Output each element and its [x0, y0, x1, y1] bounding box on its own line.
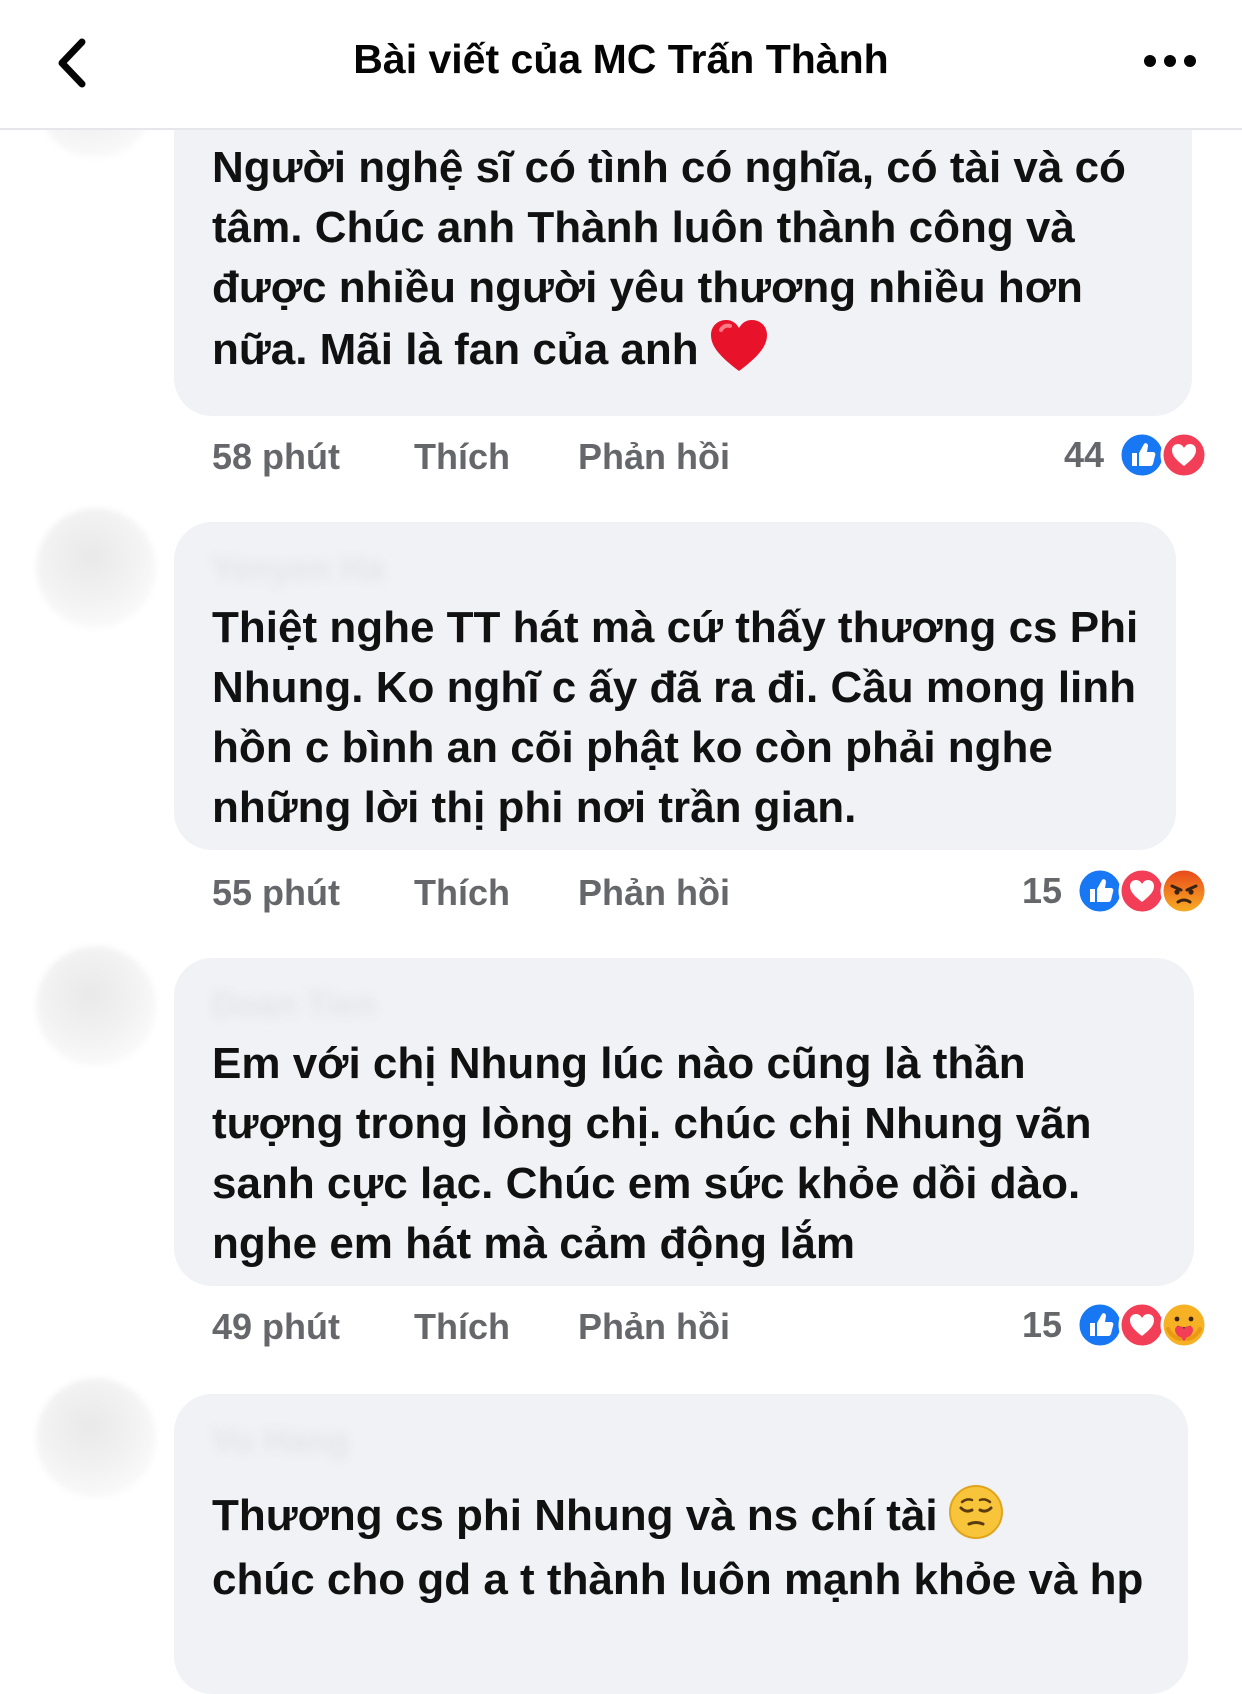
comment-meta: 55 phút Thích Phản hồi 15	[212, 866, 1242, 916]
reply-comment-button[interactable]: Phản hồi	[578, 872, 730, 914]
commenter-avatar[interactable]	[36, 946, 156, 1066]
commenter-avatar[interactable]	[36, 1378, 156, 1498]
commenter-avatar[interactable]	[36, 508, 156, 628]
like-comment-button[interactable]: Thích	[414, 1306, 510, 1348]
love-reaction-icon	[1160, 431, 1208, 479]
comment-bubble: Người nghệ sĩ có tình có nghĩa, có tài v…	[174, 90, 1192, 416]
more-options-button[interactable]	[1142, 48, 1198, 74]
commenter-name[interactable]: Vu Hang	[212, 1422, 349, 1461]
comment-text: Em với chị Nhung lúc nào cũng là thần tư…	[212, 1039, 1092, 1268]
red-heart-emoji	[710, 320, 767, 371]
like-comment-button[interactable]: Thích	[414, 436, 510, 478]
pensive-face-emoji	[948, 1485, 1003, 1539]
comment-text: Người nghệ sĩ có tình có nghĩa, có tài v…	[212, 143, 1126, 374]
love-reaction-icon	[1118, 1301, 1166, 1349]
like-reaction-icon	[1076, 867, 1124, 915]
reaction-summary[interactable]: 15	[1022, 1300, 1208, 1350]
comment-text: Thiệt nghe TT hát mà cứ thấy thương cs P…	[212, 603, 1139, 832]
more-horizontal-icon	[1144, 55, 1196, 67]
top-bar: Bài viết của MC Trấn Thành	[0, 0, 1242, 130]
reply-comment-button[interactable]: Phản hồi	[578, 1306, 730, 1348]
commenter-name[interactable]: Yenyen Ha	[212, 550, 384, 589]
comment-meta: 58 phút Thích Phản hồi 44	[212, 430, 1242, 480]
page-title: Bài viết của MC Trấn Thành	[353, 36, 889, 82]
like-reaction-icon	[1118, 431, 1166, 479]
angry-reaction-icon	[1160, 867, 1208, 915]
comment-bubble: Vu Hang Thương cs phi Nhung và ns chí tà…	[174, 1394, 1188, 1694]
comment-meta: 49 phút Thích Phản hồi 15	[212, 1300, 1242, 1350]
comment-time: 58 phút	[212, 436, 341, 477]
reaction-count: 15	[1021, 1304, 1062, 1345]
reaction-summary[interactable]: 44	[1064, 430, 1208, 480]
comment-time: 49 phút	[212, 1306, 341, 1347]
comment-bubble: Yenyen Ha Thiệt nghe TT hát mà cứ thấy t…	[174, 522, 1176, 850]
reaction-summary[interactable]: 15	[1022, 866, 1208, 916]
like-comment-button[interactable]: Thích	[414, 872, 510, 914]
reply-comment-button[interactable]: Phản hồi	[578, 436, 730, 478]
comment-time: 55 phút	[212, 872, 341, 913]
comment-bubble: Doan Tien Em với chị Nhung lúc nào cũng …	[174, 958, 1194, 1286]
commenter-name[interactable]: Doan Tien	[212, 986, 376, 1025]
care-reaction-icon	[1160, 1301, 1208, 1349]
like-reaction-icon	[1076, 1301, 1124, 1349]
reaction-count: 44	[1063, 434, 1104, 475]
love-reaction-icon	[1118, 867, 1166, 915]
comment-text: Thương cs phi Nhung và ns chí tài chúc c…	[212, 1484, 1158, 1612]
reaction-count: 15	[1021, 870, 1062, 911]
